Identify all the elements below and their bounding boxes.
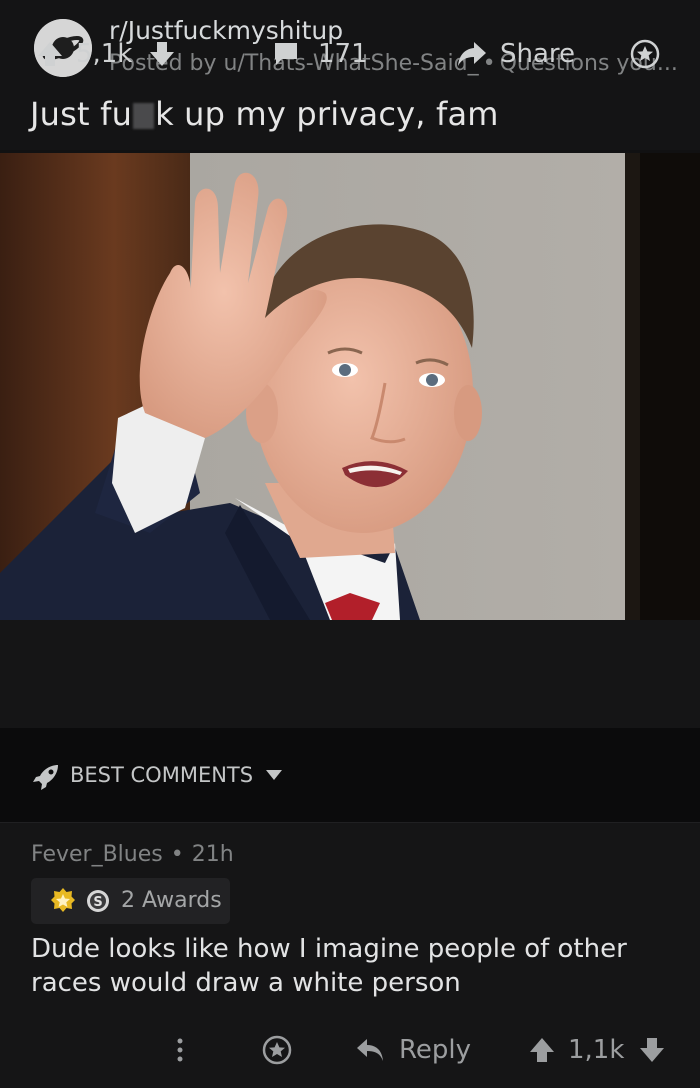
share-button[interactable]: Share [456, 0, 575, 108]
comment-age: 21h [191, 842, 234, 867]
upvote-icon[interactable] [36, 40, 64, 68]
downvote-icon[interactable] [148, 40, 176, 68]
gold-award-icon [50, 887, 76, 919]
comment-score: 1,1k [568, 1035, 625, 1065]
reply-icon [355, 1037, 385, 1063]
reply-label: Reply [399, 1035, 472, 1065]
reply-button[interactable]: Reply [355, 1025, 471, 1075]
award-icon [262, 1035, 292, 1065]
chevron-down-icon [265, 770, 282, 780]
post-meta: Posted by u/Thats-WhatShe-Said_ • Question… [109, 51, 678, 76]
vote-group: 5,1k [36, 0, 176, 108]
more-icon [176, 1037, 184, 1063]
post-image[interactable] [0, 153, 700, 620]
share-icon [456, 40, 488, 68]
award-icon [630, 39, 660, 69]
share-label: Share [500, 39, 576, 69]
upvote-count: 5,1k [76, 39, 133, 69]
comment-award-button[interactable] [262, 1025, 292, 1075]
upvote-icon[interactable] [528, 1036, 556, 1064]
rocket-icon [31, 762, 61, 796]
more-button[interactable] [176, 1025, 184, 1075]
post-action-bar [0, 620, 700, 728]
silver-award-icon: S [86, 889, 110, 917]
sort-dropdown[interactable]: BEST COMMENTS [70, 763, 282, 787]
comment-meta: Fever_Blues • 21h [31, 842, 234, 867]
sort-label: BEST COMMENTS [70, 763, 254, 787]
comment-author[interactable]: Fever_Blues [31, 842, 163, 867]
award-button[interactable] [630, 0, 660, 108]
awards-count: 2 Awards [121, 888, 222, 913]
svg-text:S: S [93, 895, 102, 910]
separator-dot: • [170, 842, 184, 867]
comment-icon [272, 40, 300, 68]
comment-body: Dude looks like how I imagine people of … [31, 934, 627, 998]
downvote-icon[interactable] [638, 1036, 666, 1064]
comment-count: 171 [318, 39, 368, 69]
comments-button[interactable]: 171 [272, 0, 368, 108]
post-photo [0, 153, 700, 620]
comment-vote-group: 1,1k [528, 1025, 666, 1075]
